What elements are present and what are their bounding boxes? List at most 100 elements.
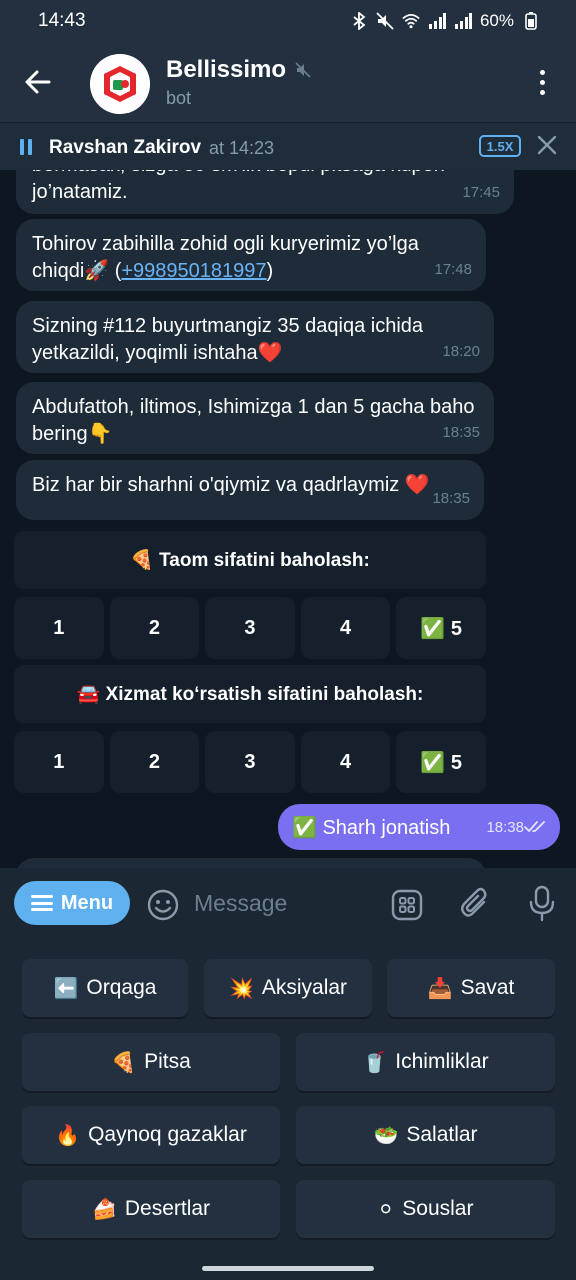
avatar[interactable] xyxy=(90,54,150,114)
rating-button-3[interactable]: 3 xyxy=(205,731,295,793)
keyboard-button-label: Orqaga xyxy=(86,976,157,999)
rating-button-5[interactable]: ✅ 5 xyxy=(396,731,486,793)
back-button[interactable] xyxy=(20,64,56,100)
hamburger-icon xyxy=(30,895,53,911)
message-text: ✅ Sharh jonatish xyxy=(292,816,451,839)
message-time: 17:45 xyxy=(462,184,500,201)
player-time: at 14:23 xyxy=(209,138,275,158)
message-text: Sizning #112 buyurtmangiz 35 daqiqa ichi… xyxy=(32,315,424,364)
message-bubble[interactable]: bermasak, sizga 30 sm'lik bepul pitsaga … xyxy=(16,170,514,214)
playback-speed-button[interactable]: 1.5X xyxy=(479,135,521,157)
signal-icon xyxy=(428,13,446,29)
keyboard-button-orqaga[interactable]: ⬅️ Orqaga xyxy=(22,959,188,1017)
rating-button-4[interactable]: 4 xyxy=(300,597,391,659)
battery-level: 60% xyxy=(479,11,514,30)
fire-icon: 🔥 xyxy=(55,1123,81,1147)
keyboard-button-ichimliklar[interactable]: 🥤 Ichimliklar xyxy=(296,1033,555,1091)
keyboard-button-label: Desertlar xyxy=(124,1197,211,1220)
message-input[interactable] xyxy=(194,886,374,920)
status-icons: 60% xyxy=(350,11,540,31)
battery-icon xyxy=(522,12,540,30)
message-text: Tohirov zabihilla zohid ogli kuryerimiz … xyxy=(32,231,470,285)
message-bubble[interactable]: Sizning #112 buyurtmangiz 35 daqiqa ichi… xyxy=(16,301,494,373)
phone-link[interactable]: +998950181997 xyxy=(121,260,266,282)
signal-icon xyxy=(454,13,472,29)
keyboard-button-label: Pitsa xyxy=(144,1050,191,1073)
player-author: Ravshan Zakirov xyxy=(49,137,202,158)
emoji-icon[interactable] xyxy=(146,888,180,922)
rating-header-food: 🍕 Taom sifatini baholash: xyxy=(14,531,486,589)
rating-button-3[interactable]: 3 xyxy=(205,597,295,659)
salad-icon: 🥗 xyxy=(373,1123,399,1147)
arrow-left-icon xyxy=(25,70,51,94)
chat-title[interactable]: Bellissimo xyxy=(166,56,312,84)
rating-row-service: 1 2 3 4 ✅ 5 xyxy=(14,731,486,793)
rating-row-food: 1 2 3 4 ✅ 5 xyxy=(14,597,486,659)
gesture-bar xyxy=(202,1266,374,1271)
message-text: bermasak, sizga 30 sm'lik bepul pitsaga … xyxy=(32,170,445,203)
keyboard-button-aksiyalar[interactable]: 💥 Aksiyalar xyxy=(204,959,372,1017)
keyboard-button-salatlar[interactable]: 🥗 Salatlar xyxy=(296,1106,555,1164)
message-bubble[interactable]: Tohirov zabihilla zohid ogli kuryerimiz … xyxy=(16,219,486,291)
status-bar: 14:43 60% xyxy=(0,0,576,42)
mute-icon xyxy=(376,12,394,30)
keyboard-button-label: Aksiyalar xyxy=(261,976,348,999)
chat-subtitle: bot xyxy=(166,88,192,108)
outgoing-message-bubble[interactable]: ✅ Sharh jonatish 18:38 xyxy=(278,804,560,850)
close-icon xyxy=(537,135,557,155)
back-arrow-icon: ⬅️ xyxy=(53,976,79,1000)
message-text-part: ) xyxy=(266,260,274,282)
bellissimo-logo-icon xyxy=(90,54,150,114)
paperclip-icon[interactable] xyxy=(458,886,492,922)
message-bubble[interactable]: Abdufattoh, iltimos, Ishimizga 1 dan 5 g… xyxy=(16,382,494,454)
keyboard-button-pitsa[interactable]: 🍕 Pitsa xyxy=(22,1033,280,1091)
cake-icon: 🍰 xyxy=(91,1197,117,1221)
wifi-icon xyxy=(402,13,420,29)
dot xyxy=(539,79,545,85)
dot xyxy=(539,69,545,75)
rating-button-1[interactable]: 1 xyxy=(14,731,104,793)
mute-icon xyxy=(295,62,311,78)
rating-button-1[interactable]: 1 xyxy=(14,597,104,659)
more-options-button[interactable] xyxy=(532,64,552,100)
chat-title-text: Bellissimo xyxy=(166,56,287,83)
rating-button-4[interactable]: 4 xyxy=(300,731,391,793)
dot xyxy=(539,89,545,95)
keyboard-button-label: Salatlar xyxy=(406,1123,478,1146)
keyboard-button-savat[interactable]: 📥 Savat xyxy=(387,959,555,1017)
inbox-tray-icon: 📥 xyxy=(427,976,453,1000)
menu-button[interactable]: Menu xyxy=(14,881,130,925)
rating-button-5[interactable]: ✅ 5 xyxy=(396,597,486,659)
microphone-icon[interactable] xyxy=(526,884,558,922)
message-time: 18:35 xyxy=(442,424,480,441)
message-bubble-partial xyxy=(16,858,486,868)
keyboard-button-qaynoq-gazaklar[interactable]: 🔥 Qaynoq gazaklar xyxy=(22,1106,280,1164)
message-bubble[interactable]: Biz har bir sharhni o'qiymiz va qadrlaym… xyxy=(16,460,484,520)
menu-label: Menu xyxy=(60,891,114,914)
message-text: Biz har bir sharhni o'qiymiz va qadrlaym… xyxy=(32,474,430,496)
keyboard-button-label: Ichimliklar xyxy=(395,1050,489,1073)
message-time: 18:35 xyxy=(432,490,470,507)
keyboard-button-label: Souslar xyxy=(402,1197,474,1220)
keyboard-button-label: Qaynoq gazaklar xyxy=(88,1123,247,1146)
keyboard-button-desertlar[interactable]: 🍰 Desertlar xyxy=(22,1180,280,1238)
rating-button-2[interactable]: 2 xyxy=(109,597,200,659)
bot-commands-icon[interactable] xyxy=(390,888,424,922)
pizza-icon: 🍕 xyxy=(111,1050,137,1074)
keyboard-button-label: Savat xyxy=(460,976,515,999)
message-time: 17:48 xyxy=(434,261,472,278)
chat-messages[interactable]: bermasak, sizga 30 sm'lik bepul pitsaga … xyxy=(0,170,576,868)
message-time: 18:20 xyxy=(442,343,480,360)
white-circle-icon: ⚪ xyxy=(377,1197,395,1221)
close-player-button[interactable] xyxy=(536,134,558,156)
rating-button-2[interactable]: 2 xyxy=(109,731,200,793)
status-time: 14:43 xyxy=(38,10,86,31)
keyboard-button-souslar[interactable]: ⚪ Souslar xyxy=(296,1180,555,1238)
chat-header: Bellissimo bot xyxy=(0,42,576,122)
read-checkmarks-icon xyxy=(524,821,545,832)
rating-header-service: 🚘 Xizmat ko‘rsatish sifatini baholash: xyxy=(14,665,486,723)
pause-icon[interactable] xyxy=(20,139,32,155)
cup-with-straw-icon: 🥤 xyxy=(362,1050,388,1074)
message-time: 18:38 xyxy=(486,819,524,836)
audio-player-bar[interactable]: Ravshan Zakirov at 14:23 1.5X xyxy=(0,122,576,170)
